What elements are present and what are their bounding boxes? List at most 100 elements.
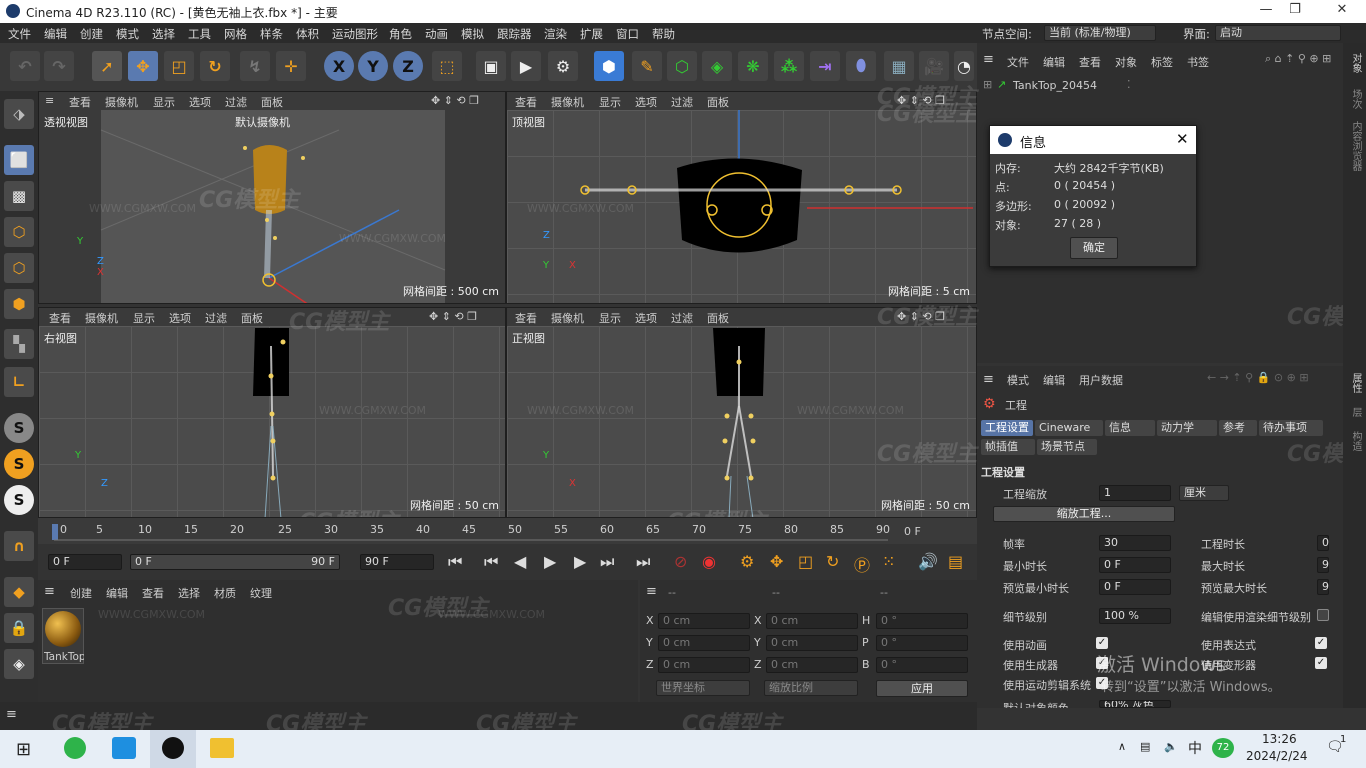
rotate-tool-icon[interactable]: ↻ (200, 51, 230, 81)
y-axis-lock-icon[interactable]: Y (358, 51, 388, 81)
render-lod-checkbox[interactable] (1317, 609, 1329, 621)
tab-todo[interactable]: 待办事项 (1259, 420, 1323, 436)
pos-x-field[interactable]: 0 cm (658, 613, 750, 629)
make-editable-icon[interactable]: ⬗ (4, 99, 34, 129)
render-settings-icon[interactable]: ⚙ (548, 51, 578, 81)
tab-dynamics[interactable]: 动力学 (1157, 420, 1217, 436)
close-icon[interactable]: ✕ (1176, 130, 1189, 148)
cinema4d-taskbar-item[interactable] (150, 730, 196, 768)
tab-frame-interpolation[interactable]: 帧插值 (981, 439, 1035, 455)
mat-menu-select[interactable]: 选择 (178, 585, 200, 601)
workplane-icon[interactable]: ◆ (4, 577, 34, 607)
menu-animate[interactable]: 动画 (425, 26, 448, 42)
menu-render[interactable]: 渲染 (544, 26, 567, 42)
expand-icon[interactable]: ⊞ (983, 78, 992, 91)
menu-mode[interactable]: 模式 (116, 26, 139, 42)
vp-menu-display[interactable]: 显示 (153, 94, 175, 110)
front-viewport[interactable]: 查看 摄像机 显示 选项 过滤 面板 ✥ ⇕ ⟲ ❐ Y X 正视图 网格间距 … (506, 307, 977, 518)
lock-workplane-icon[interactable]: 🔒 (4, 613, 34, 643)
attrmgr-nav-icons[interactable]: ← → ⇡ ⚲ 🔒 ⊙ ⊕ ⊞ (1207, 371, 1309, 384)
vtab-takes[interactable]: 场次 (1348, 89, 1363, 109)
material-menu-icon[interactable]: ≡ (44, 584, 55, 599)
vp-menu-options[interactable]: 选项 (635, 310, 657, 326)
menu-extensions[interactable]: 扩展 (580, 26, 603, 42)
record-icon[interactable]: ⊘ (674, 552, 687, 571)
vp-menu-view[interactable]: 查看 (515, 94, 537, 110)
timeline-ruler[interactable]: 0 5 10 15 20 25 30 35 40 45 50 55 60 65 … (38, 518, 977, 544)
menu-file[interactable]: 文件 (8, 26, 31, 42)
vp-menu-view[interactable]: 查看 (515, 310, 537, 326)
polygons-mode-icon[interactable]: ⬢ (4, 289, 34, 319)
maximize-button[interactable]: ❐ (1275, 2, 1315, 17)
camera-icon[interactable]: 🎥 (919, 51, 949, 81)
fps-field[interactable]: 30 (1099, 535, 1171, 551)
menu-help[interactable]: 帮助 (652, 26, 675, 42)
light-icon[interactable]: ◔ (954, 51, 974, 81)
menu-edit[interactable]: 编辑 (44, 26, 67, 42)
extrude-icon[interactable]: ◈ (702, 51, 732, 81)
mat-menu-material[interactable]: 材质 (214, 585, 236, 601)
vp-menu-panel[interactable]: 面板 (261, 94, 283, 110)
cloner-icon[interactable]: ⁂ (774, 51, 804, 81)
menu-simulate[interactable]: 模拟 (461, 26, 484, 42)
right-viewport[interactable]: 查看 摄像机 显示 选项 过滤 面板 ✥ ⇕ ⟲ ❐ Y Z 右视图 网格间距 … (38, 307, 506, 518)
clock-time[interactable]: 13:26 (1262, 732, 1297, 746)
frame-range-slider[interactable]: 0 F 90 F (130, 554, 340, 570)
vp-menu-camera[interactable]: 摄像机 (551, 310, 584, 326)
tab-scene-nodes[interactable]: 场景节点 (1037, 439, 1097, 455)
project-scale-unit[interactable]: 厘米 (1179, 485, 1229, 501)
pos-z-field[interactable]: 0 cm (658, 657, 750, 673)
max-frame-field[interactable]: 90 F (360, 554, 434, 570)
tray-chevron-icon[interactable]: ∧ (1118, 740, 1126, 753)
attr-menu-mode[interactable]: 模式 (1007, 372, 1029, 388)
menu-character[interactable]: 角色 (389, 26, 412, 42)
vp-menu-filter[interactable]: 过滤 (205, 310, 227, 326)
mat-menu-view[interactable]: 查看 (142, 585, 164, 601)
objmgr-menu-icon[interactable]: ≡ (983, 52, 994, 67)
goto-end-icon[interactable]: ⏭ (636, 552, 650, 572)
coordinate-system-icon[interactable]: ⬚ (432, 51, 462, 81)
mat-menu-create[interactable]: 创建 (70, 585, 92, 601)
rot-p-field[interactable]: 0 ° (876, 635, 968, 651)
mat-menu-texture[interactable]: 纹理 (250, 585, 272, 601)
render-picture-viewer-icon[interactable]: ▶ (511, 51, 541, 81)
film-icon[interactable]: ▤ (948, 552, 963, 571)
windows-start-icon[interactable]: ⊞ (16, 739, 31, 760)
obj-menu-view[interactable]: 查看 (1079, 54, 1101, 70)
vp-menu-filter[interactable]: 过滤 (225, 94, 247, 110)
vp-menu-display[interactable]: 显示 (133, 310, 155, 326)
redo-icon[interactable]: ↷ (44, 51, 74, 81)
key-param-icon[interactable]: Ⓟ (854, 552, 870, 576)
project-scale-field[interactable]: 1 (1099, 485, 1171, 501)
preview-max-field[interactable]: 9 (1317, 579, 1329, 595)
apply-button[interactable]: 应用 (876, 680, 968, 697)
use-expressions-checkbox[interactable]: ✓ (1315, 637, 1327, 649)
clock-date[interactable]: 2024/2/24 (1246, 749, 1308, 763)
current-frame-field[interactable]: 0 F (48, 554, 122, 570)
preview-min-field[interactable]: 0 F (1099, 579, 1171, 595)
vtab-attributes[interactable]: 属性 (1348, 373, 1363, 393)
key-position-icon[interactable]: ✥ (770, 552, 783, 571)
attr-menu-edit[interactable]: 编辑 (1043, 372, 1065, 388)
move-tool-icon[interactable]: ✥ (128, 51, 158, 81)
rot-h-field[interactable]: 0 ° (876, 613, 968, 629)
vp-menu-display[interactable]: 显示 (599, 94, 621, 110)
default-color-field[interactable]: 60% 灰色 (1099, 700, 1171, 708)
obj-menu-bookmarks[interactable]: 书签 (1187, 54, 1209, 70)
vp-menu-view[interactable]: 查看 (69, 94, 91, 110)
menu-select[interactable]: 选择 (152, 26, 175, 42)
size-y-field[interactable]: 0 cm (766, 635, 858, 651)
vp-menu-camera[interactable]: 摄像机 (105, 94, 138, 110)
material-tile[interactable]: TankTop (42, 608, 84, 664)
menu-mesh[interactable]: 网格 (224, 26, 247, 42)
goto-start-icon[interactable]: ⏮ (448, 552, 462, 572)
magnet-icon[interactable]: ∩ (4, 531, 34, 561)
layout-dropdown[interactable]: 启动 (1215, 25, 1341, 41)
keyframe-selection-icon[interactable]: ⚙ (740, 552, 754, 571)
menu-spline[interactable]: 样条 (260, 26, 283, 42)
ime-indicator[interactable]: 中 (1188, 738, 1202, 758)
obj-menu-tags[interactable]: 标签 (1151, 54, 1173, 70)
size-z-field[interactable]: 0 cm (766, 657, 858, 673)
visibility-dots-icon[interactable]: ⁚ (1127, 78, 1131, 91)
max-time-field[interactable]: 9 (1317, 557, 1329, 573)
